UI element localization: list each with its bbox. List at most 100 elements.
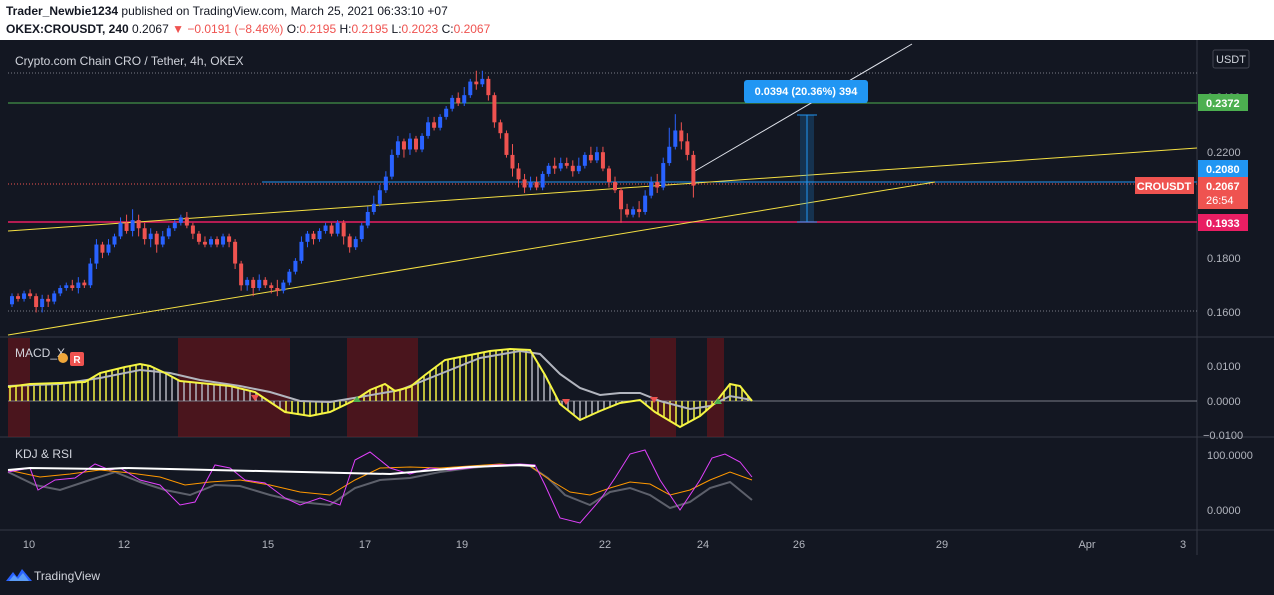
- time-axis[interactable]: 10 12 15 17 19 22 24 26 29 Apr 3: [23, 539, 1186, 551]
- candle-body[interactable]: [594, 152, 599, 161]
- candle-body[interactable]: [691, 154, 696, 186]
- candle-body[interactable]: [498, 122, 503, 134]
- chart-area[interactable]: 0.0394 (20.36%) 394 Crypto.com Chain CRO…: [0, 40, 1274, 555]
- candle-body[interactable]: [76, 282, 81, 288]
- candle-body[interactable]: [172, 222, 177, 229]
- candle-body[interactable]: [184, 217, 189, 226]
- candle-body[interactable]: [570, 165, 575, 172]
- candle-body[interactable]: [540, 173, 545, 188]
- candle-body[interactable]: [474, 81, 479, 85]
- candle-body[interactable]: [649, 182, 654, 196]
- candle-body[interactable]: [401, 141, 406, 150]
- candle-body[interactable]: [16, 296, 21, 299]
- candle-body[interactable]: [685, 141, 690, 155]
- candle-body[interactable]: [160, 236, 165, 245]
- candle-body[interactable]: [625, 209, 630, 215]
- candle-body[interactable]: [377, 190, 382, 204]
- candle-body[interactable]: [178, 217, 183, 223]
- candle-body[interactable]: [215, 239, 220, 245]
- candle-body[interactable]: [335, 222, 340, 234]
- candle-body[interactable]: [576, 165, 581, 172]
- candle-body[interactable]: [546, 165, 551, 174]
- candle-body[interactable]: [420, 135, 425, 150]
- candle-body[interactable]: [371, 203, 376, 212]
- candle-body[interactable]: [263, 279, 268, 286]
- candle-body[interactable]: [227, 236, 232, 242]
- candle-body[interactable]: [293, 260, 298, 272]
- candle-body[interactable]: [94, 244, 99, 264]
- candle-body[interactable]: [359, 225, 364, 240]
- candle-body[interactable]: [257, 279, 262, 288]
- candle-body[interactable]: [166, 228, 171, 237]
- candle-body[interactable]: [661, 163, 666, 188]
- candle-body[interactable]: [311, 233, 316, 240]
- candle-body[interactable]: [365, 211, 370, 226]
- candle-body[interactable]: [46, 298, 51, 302]
- candle-body[interactable]: [510, 154, 515, 169]
- candle-body[interactable]: [383, 176, 388, 191]
- candle-body[interactable]: [287, 271, 292, 283]
- candle-body[interactable]: [22, 293, 27, 299]
- candle-body[interactable]: [58, 287, 63, 294]
- candle-body[interactable]: [305, 233, 310, 242]
- candle-body[interactable]: [504, 133, 509, 155]
- candle-body[interactable]: [202, 241, 207, 245]
- candle-body[interactable]: [100, 244, 105, 253]
- candle-body[interactable]: [655, 182, 660, 188]
- candle-body[interactable]: [582, 154, 587, 166]
- candle-body[interactable]: [154, 233, 159, 245]
- candle-body[interactable]: [52, 293, 57, 302]
- candle-body[interactable]: [606, 168, 611, 183]
- candle-body[interactable]: [70, 285, 75, 288]
- tradingview-brand[interactable]: TradingView: [34, 569, 100, 583]
- candle-body[interactable]: [245, 279, 250, 286]
- candle-body[interactable]: [637, 209, 642, 212]
- candle-body[interactable]: [438, 116, 443, 128]
- candle-body[interactable]: [88, 263, 93, 286]
- candle-body[interactable]: [269, 285, 274, 288]
- candle-body[interactable]: [450, 97, 455, 109]
- candle-body[interactable]: [233, 241, 238, 264]
- candle-body[interactable]: [600, 152, 605, 169]
- candle-body[interactable]: [208, 239, 213, 245]
- candle-body[interactable]: [148, 233, 153, 240]
- author-name[interactable]: Trader_Newbie1234: [6, 4, 118, 18]
- candle-body[interactable]: [426, 122, 431, 136]
- candle-body[interactable]: [468, 81, 473, 96]
- candle-body[interactable]: [275, 287, 280, 291]
- candle-body[interactable]: [112, 236, 117, 245]
- candle-body[interactable]: [353, 239, 358, 248]
- candle-body[interactable]: [64, 285, 69, 288]
- candle-body[interactable]: [414, 138, 419, 150]
- candle-body[interactable]: [221, 236, 226, 245]
- candle-body[interactable]: [552, 165, 557, 169]
- candle-body[interactable]: [667, 146, 672, 164]
- candle-body[interactable]: [432, 122, 437, 128]
- candle-body[interactable]: [142, 228, 147, 240]
- candle-body[interactable]: [106, 244, 111, 253]
- chart-svg[interactable]: 0.0394 (20.36%) 394 Crypto.com Chain CRO…: [0, 40, 1274, 555]
- candle-body[interactable]: [407, 138, 412, 150]
- candle-body[interactable]: [196, 233, 201, 242]
- candle-body[interactable]: [299, 241, 304, 261]
- candle-body[interactable]: [564, 163, 569, 166]
- candle-body[interactable]: [462, 95, 467, 104]
- candle-body[interactable]: [323, 225, 328, 231]
- candle-body[interactable]: [34, 296, 39, 308]
- candle-body[interactable]: [124, 222, 129, 231]
- candle-body[interactable]: [444, 108, 449, 117]
- candle-body[interactable]: [534, 182, 539, 188]
- candle-body[interactable]: [456, 97, 461, 104]
- candle-body[interactable]: [28, 293, 33, 297]
- candle-body[interactable]: [588, 154, 593, 161]
- candle-body[interactable]: [619, 190, 624, 210]
- candle-body[interactable]: [130, 220, 135, 231]
- candle-body[interactable]: [239, 263, 244, 286]
- candle-body[interactable]: [492, 95, 497, 123]
- candle-body[interactable]: [347, 236, 352, 248]
- candle-body[interactable]: [341, 222, 346, 237]
- candle-body[interactable]: [522, 179, 527, 188]
- candlestick-series[interactable]: [10, 70, 696, 313]
- candle-body[interactable]: [317, 230, 322, 240]
- candle-body[interactable]: [643, 195, 648, 212]
